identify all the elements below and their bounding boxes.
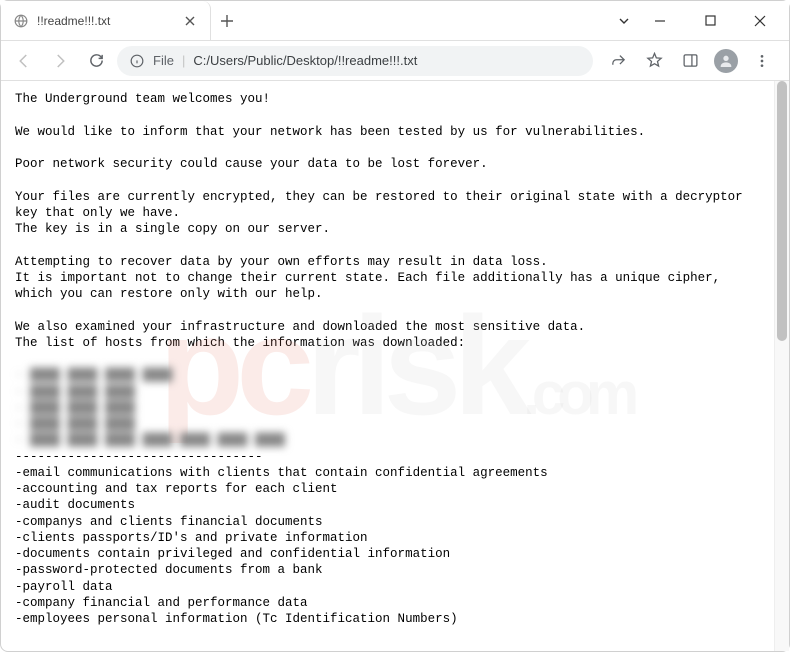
- scroll-track[interactable]: [775, 81, 789, 651]
- toolbar: File | C:/Users/Public/Desktop/!!readme!…: [1, 41, 789, 81]
- side-panel-icon[interactable]: [677, 48, 703, 74]
- reload-button[interactable]: [81, 46, 111, 76]
- line: Your files are currently encrypted, they…: [15, 190, 750, 220]
- line: Poor network security could cause your d…: [15, 157, 488, 171]
- line: We also examined your infrastructure and…: [15, 320, 585, 334]
- toolbar-right: [599, 48, 781, 74]
- list-item: -company financial and performance data: [15, 596, 308, 610]
- tab-title: !!readme!!!.txt: [37, 14, 174, 28]
- scroll-thumb[interactable]: [777, 81, 787, 341]
- close-window-button[interactable]: [739, 7, 781, 35]
- line: We would like to inform that your networ…: [15, 125, 645, 139]
- redacted-hosts: - ████ ████ ████ ████ - ████ ████ ████ -…: [15, 368, 285, 447]
- info-icon[interactable]: [129, 53, 145, 69]
- list-item: -employees personal information (Tc Iden…: [15, 612, 458, 626]
- maximize-button[interactable]: [689, 7, 731, 35]
- minimize-button[interactable]: [639, 7, 681, 35]
- list-item: -accounting and tax reports for each cli…: [15, 482, 338, 496]
- avatar[interactable]: [713, 48, 739, 74]
- line: The Underground team welcomes you!: [15, 92, 270, 106]
- line: The key is in a single copy on our serve…: [15, 222, 330, 236]
- scrollbar[interactable]: [774, 81, 789, 651]
- line: Attempting to recover data by your own e…: [15, 255, 548, 269]
- new-tab-button[interactable]: [211, 1, 243, 40]
- list-item: -password-protected documents from a ban…: [15, 563, 323, 577]
- bookmark-icon[interactable]: [641, 48, 667, 74]
- close-tab-icon[interactable]: [182, 13, 198, 29]
- file-path: C:/Users/Public/Desktop/!!readme!!!.txt: [193, 53, 417, 68]
- menu-icon[interactable]: [749, 48, 775, 74]
- tab-search-button[interactable]: [609, 1, 639, 40]
- list-item: -documents contain privileged and confid…: [15, 547, 450, 561]
- file-scheme-label: File: [153, 53, 174, 68]
- omnibox-separator: |: [182, 53, 185, 68]
- list-item: -audit documents: [15, 498, 135, 512]
- line: It is important not to change their curr…: [15, 271, 728, 301]
- line: The list of hosts from which the informa…: [15, 336, 465, 350]
- window-controls: [639, 1, 789, 40]
- list-item: -clients passports/ID's and private info…: [15, 531, 368, 545]
- list-item: -payroll data: [15, 580, 113, 594]
- browser-tab[interactable]: !!readme!!!.txt: [1, 1, 211, 40]
- globe-icon: [13, 13, 29, 29]
- titlebar: !!readme!!!.txt: [1, 1, 789, 41]
- content-area: pcrisk.com The Underground team welcomes…: [1, 81, 789, 651]
- text-content: The Underground team welcomes you! We wo…: [1, 81, 774, 651]
- share-icon[interactable]: [605, 48, 631, 74]
- forward-button[interactable]: [45, 46, 75, 76]
- separator: ---------------------------------: [15, 450, 263, 464]
- list-item: -email communications with clients that …: [15, 466, 548, 480]
- list-item: -companys and clients financial document…: [15, 515, 323, 529]
- back-button[interactable]: [9, 46, 39, 76]
- omnibox[interactable]: File | C:/Users/Public/Desktop/!!readme!…: [117, 46, 593, 76]
